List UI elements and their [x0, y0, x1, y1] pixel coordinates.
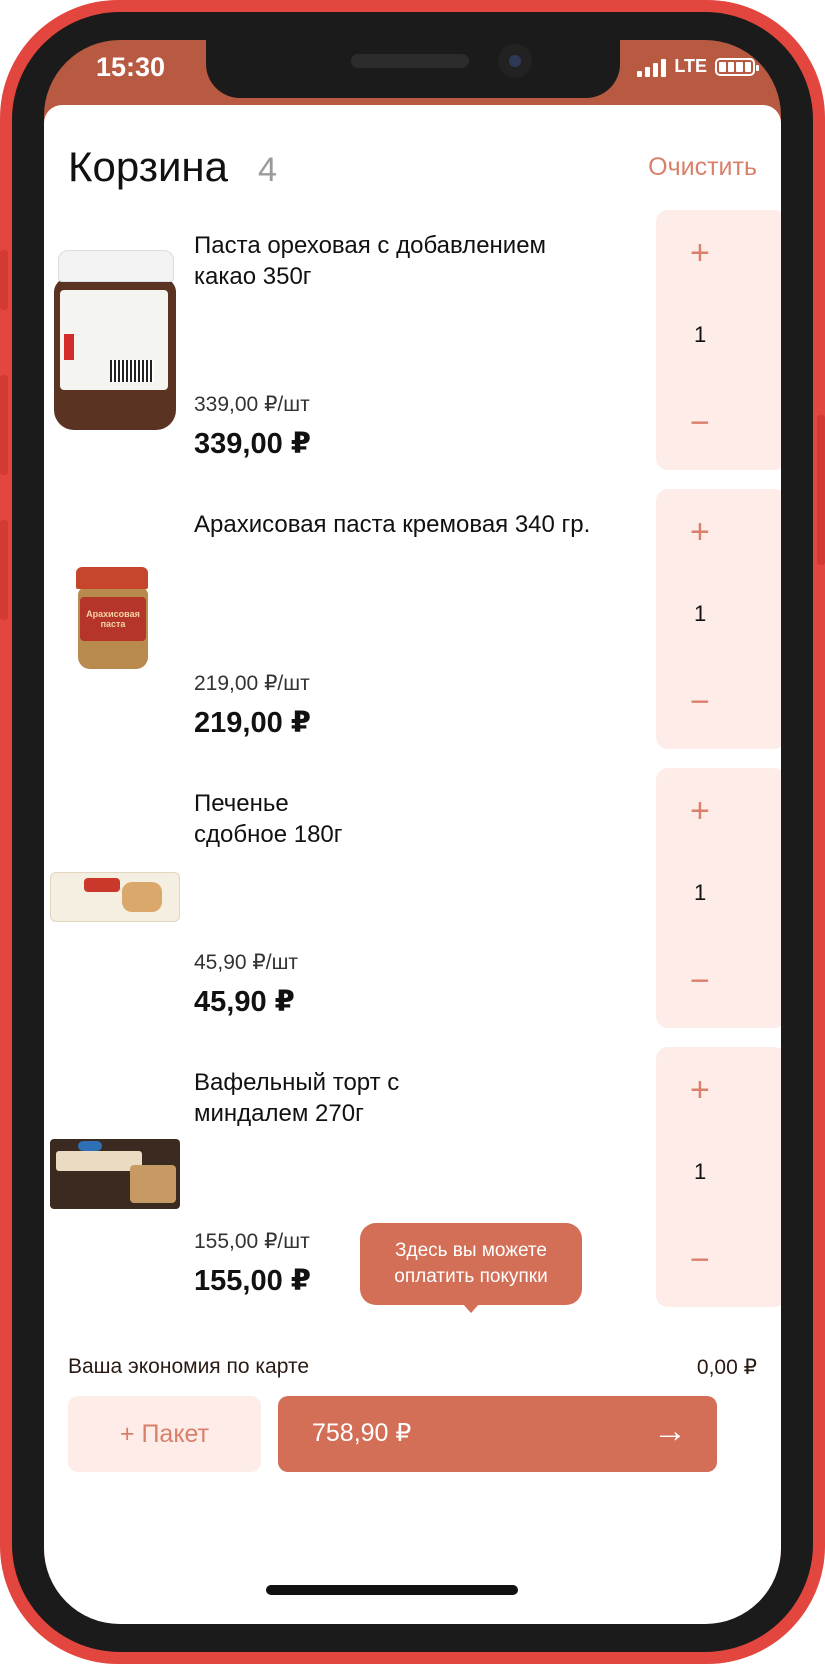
card-savings-label: Ваша экономия по карте [68, 1355, 310, 1378]
decrease-button[interactable]: − [690, 962, 710, 1001]
speaker [351, 54, 469, 68]
unit-price: 339,00 ₽/шт [194, 393, 310, 416]
page-title: Корзина [68, 143, 228, 190]
product-name: Паста ореховая с добавлением какао 350г [194, 232, 547, 290]
quantity-value: 1 [694, 880, 707, 905]
network-label: LTE [674, 56, 707, 76]
quantity-value: 1 [694, 322, 707, 347]
quantity-stepper: + 1 − [656, 489, 781, 749]
unit-price: 45,90 ₽/шт [194, 951, 299, 974]
tooltip-line-2: оплатить покупки [394, 1266, 548, 1287]
checkout-button[interactable]: 758,90 ₽ → [278, 1396, 717, 1472]
checkout-total: 758,90 ₽ [312, 1419, 412, 1447]
tooltip-pointer [462, 1303, 480, 1313]
cart-item: Паста ореховая с добавлением какао 350г … [44, 210, 781, 472]
unit-price: 155,00 ₽/шт [194, 1230, 310, 1253]
item-total: 45,90 ₽ [194, 986, 295, 1018]
increase-button[interactable]: + [690, 234, 710, 273]
increase-button[interactable]: + [690, 513, 710, 552]
cart-item: Арахисовая паста Арахисовая паста кремов… [44, 489, 781, 751]
quantity-stepper: + 1 − [656, 210, 781, 470]
product-image-cookies [50, 872, 180, 922]
decrease-button[interactable]: − [690, 1241, 710, 1280]
cart-count: 4 [258, 151, 277, 189]
tooltip-line-1: Здесь вы можете [395, 1240, 547, 1261]
quantity-value: 1 [694, 601, 707, 626]
quantity-value: 1 [694, 1159, 707, 1184]
signal-icon [637, 57, 667, 77]
item-total: 155,00 ₽ [194, 1265, 311, 1297]
battery-icon [715, 57, 759, 76]
increase-button[interactable]: + [690, 792, 710, 831]
product-image-peanut-butter: Арахисовая паста [50, 567, 180, 671]
add-bag-button[interactable]: + Пакет [68, 1396, 261, 1472]
card-savings-value: 0,00 ₽ [696, 1356, 757, 1379]
cart-item: Печенье сдобное 180г 45,90 ₽/шт 45,90 ₽ … [44, 768, 781, 1030]
power-button [817, 415, 825, 565]
product-image-nut-paste [50, 250, 180, 432]
quantity-stepper: + 1 − [656, 1047, 781, 1307]
volume-down-button [0, 520, 8, 620]
product-name: Печенье сдобное 180г [194, 790, 343, 848]
decrease-button[interactable]: − [690, 683, 710, 722]
arrow-right-icon: → [653, 1412, 687, 1450]
volume-up-button [0, 375, 8, 475]
status-time: 15:30 [96, 52, 166, 82]
front-camera [498, 44, 532, 78]
status-indicators: LTE [637, 56, 759, 77]
quantity-stepper: + 1 − [656, 768, 781, 1028]
notch [206, 40, 620, 98]
item-total: 219,00 ₽ [194, 707, 311, 739]
product-name: Вафельный торт с миндалем 270г [194, 1069, 400, 1127]
increase-button[interactable]: + [690, 1071, 710, 1110]
clear-cart-button[interactable]: Очистить [648, 153, 757, 182]
product-image-wafer-cake [50, 1139, 180, 1211]
item-total: 339,00 ₽ [194, 428, 311, 460]
screen: 15:30 LTE Корзина 4 Очистить Паста орехо… [44, 40, 781, 1624]
product-name: Арахисовая паста кремовая 340 гр. [194, 511, 591, 538]
silent-switch [0, 250, 8, 310]
payment-tooltip: Здесь вы можете оплатить покупки [360, 1223, 582, 1305]
decrease-button[interactable]: − [690, 404, 710, 443]
unit-price: 219,00 ₽/шт [194, 672, 310, 695]
home-indicator[interactable] [266, 1585, 518, 1595]
cart-sheet: Корзина 4 Очистить Паста ореховая с доба… [44, 105, 781, 1624]
